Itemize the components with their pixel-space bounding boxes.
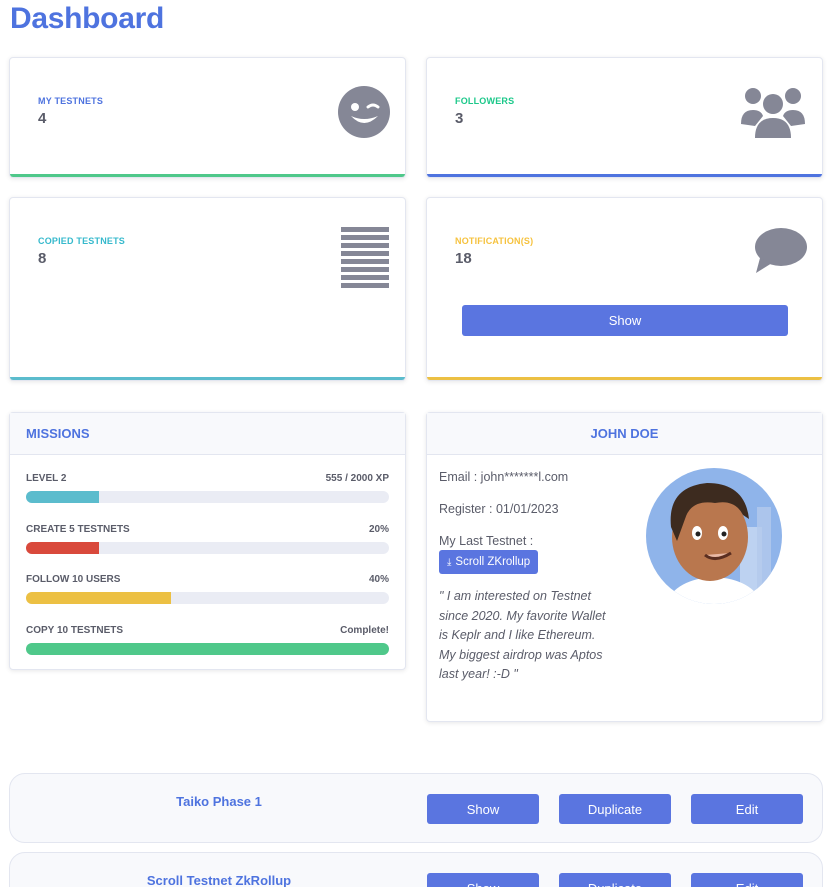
last-testnet-label: My Last Testnet : <box>439 534 534 548</box>
profile-card: JOHN DOE Email : john*******l.com Regist… <box>426 412 823 722</box>
mission-item: FOLLOW 10 USERS 40% <box>26 574 389 610</box>
mission-item: LEVEL 2 555 / 2000 XP <box>26 473 389 509</box>
stat-value: 8 <box>38 250 47 267</box>
stat-label: FOLLOWERS <box>455 96 515 106</box>
testnet-row: Scroll Testnet ZkRollup Show Duplicate E… <box>9 852 823 887</box>
progress-track <box>26 491 389 503</box>
testnet-row: Taiko Phase 1 Show Duplicate Edit <box>9 773 823 843</box>
mission-value: Complete! <box>340 625 389 636</box>
missions-title: MISSIONS <box>10 413 405 455</box>
card-accent-bar <box>10 174 405 177</box>
duplicate-button[interactable]: Duplicate <box>559 873 671 887</box>
mission-item: CREATE 5 TESTNETS 20% <box>26 524 389 560</box>
mission-value: 20% <box>368 524 389 535</box>
testnet-name: Scroll Testnet ZkRollup <box>146 873 292 887</box>
profile-register: Register : 01/01/2023 <box>439 502 559 516</box>
missions-card: MISSIONS LEVEL 2 555 / 2000 XP CREATE 5 … <box>9 412 406 670</box>
edit-button[interactable]: Edit <box>691 794 803 824</box>
progress-fill <box>26 542 99 554</box>
show-button[interactable]: Show <box>427 873 539 887</box>
notifications-card: NOTIFICATION(S) 18 Show <box>426 197 823 381</box>
stat-value: 18 <box>455 250 472 267</box>
stat-label: NOTIFICATION(S) <box>455 236 534 246</box>
download-icon: ⤓ <box>447 556 452 568</box>
wink-face-icon <box>338 86 390 138</box>
profile-name: JOHN DOE <box>427 413 822 455</box>
card-accent-bar <box>10 377 405 380</box>
mission-value: 40% <box>368 574 389 585</box>
list-lines-icon <box>341 227 389 288</box>
show-notifications-button[interactable]: Show <box>462 305 788 336</box>
stat-value: 3 <box>455 110 464 127</box>
progress-track <box>26 542 389 554</box>
copied-testnets-card: COPIED TESTNETS 8 <box>9 197 406 381</box>
progress-fill <box>26 592 172 604</box>
mission-label: CREATE 5 TESTNETS <box>26 524 130 535</box>
stat-label: MY TESTNETS <box>38 96 104 106</box>
progress-fill <box>26 643 389 655</box>
mission-label: COPY 10 TESTNETS <box>26 625 124 636</box>
mission-item: COPY 10 TESTNETS Complete! <box>26 625 389 661</box>
duplicate-button[interactable]: Duplicate <box>559 794 671 824</box>
users-icon <box>741 88 805 138</box>
mission-label: FOLLOW 10 USERS <box>26 574 121 585</box>
mission-value: 555 / 2000 XP <box>325 473 389 484</box>
avatar <box>646 468 782 604</box>
progress-track <box>26 643 389 655</box>
followers-card: FOLLOWERS 3 <box>426 57 823 178</box>
last-testnet-badge[interactable]: ⤓ Scroll ZKrollup <box>439 550 539 574</box>
progress-track <box>26 592 389 604</box>
profile-email: Email : john*******l.com <box>439 470 569 484</box>
edit-button[interactable]: Edit <box>691 873 803 887</box>
testnet-name: Taiko Phase 1 <box>176 794 262 809</box>
stat-label: COPIED TESTNETS <box>38 236 126 246</box>
comment-icon <box>755 228 807 273</box>
mission-label: LEVEL 2 <box>26 473 67 484</box>
last-testnet-name: Scroll ZKrollup <box>455 556 531 568</box>
my-testnets-card: MY TESTNETS 4 <box>9 57 406 178</box>
progress-fill <box>26 491 99 503</box>
card-accent-bar <box>427 174 822 177</box>
page-title: Dashboard <box>10 2 164 35</box>
show-button[interactable]: Show <box>427 794 539 824</box>
stat-value: 4 <box>38 110 47 127</box>
card-accent-bar <box>427 377 822 380</box>
profile-quote: " I am interested on Testnet since 2020.… <box>439 589 606 681</box>
